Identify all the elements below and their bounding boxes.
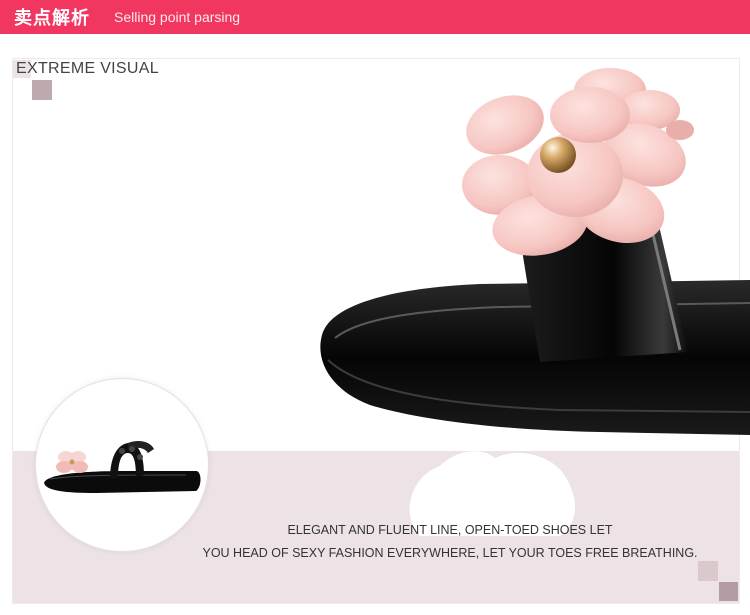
- caption-line-2: YOU HEAD OF SEXY FASHION EVERYWHERE, LET…: [202, 546, 698, 560]
- decor-square: [698, 561, 718, 581]
- decor-square: [32, 80, 52, 100]
- header-title: 卖点解析: [14, 8, 90, 29]
- shoe-closeup-image: [320, 68, 750, 435]
- shoe-thumbnail-image: [44, 441, 201, 493]
- caption-text: ELEGANT AND FLUENT LINE, OPEN-TOED SHOES…: [200, 519, 700, 565]
- shoe-thumbnail: [35, 378, 209, 552]
- decor-square: [719, 582, 738, 601]
- header-bar: 卖点解析 Selling point parsing: [0, 0, 750, 34]
- caption-line-1: ELEGANT AND FLUENT LINE, OPEN-TOED SHOES…: [287, 523, 613, 537]
- header-subtitle: Selling point parsing: [114, 9, 241, 25]
- section-heading: EXTREME VISUAL: [16, 60, 159, 77]
